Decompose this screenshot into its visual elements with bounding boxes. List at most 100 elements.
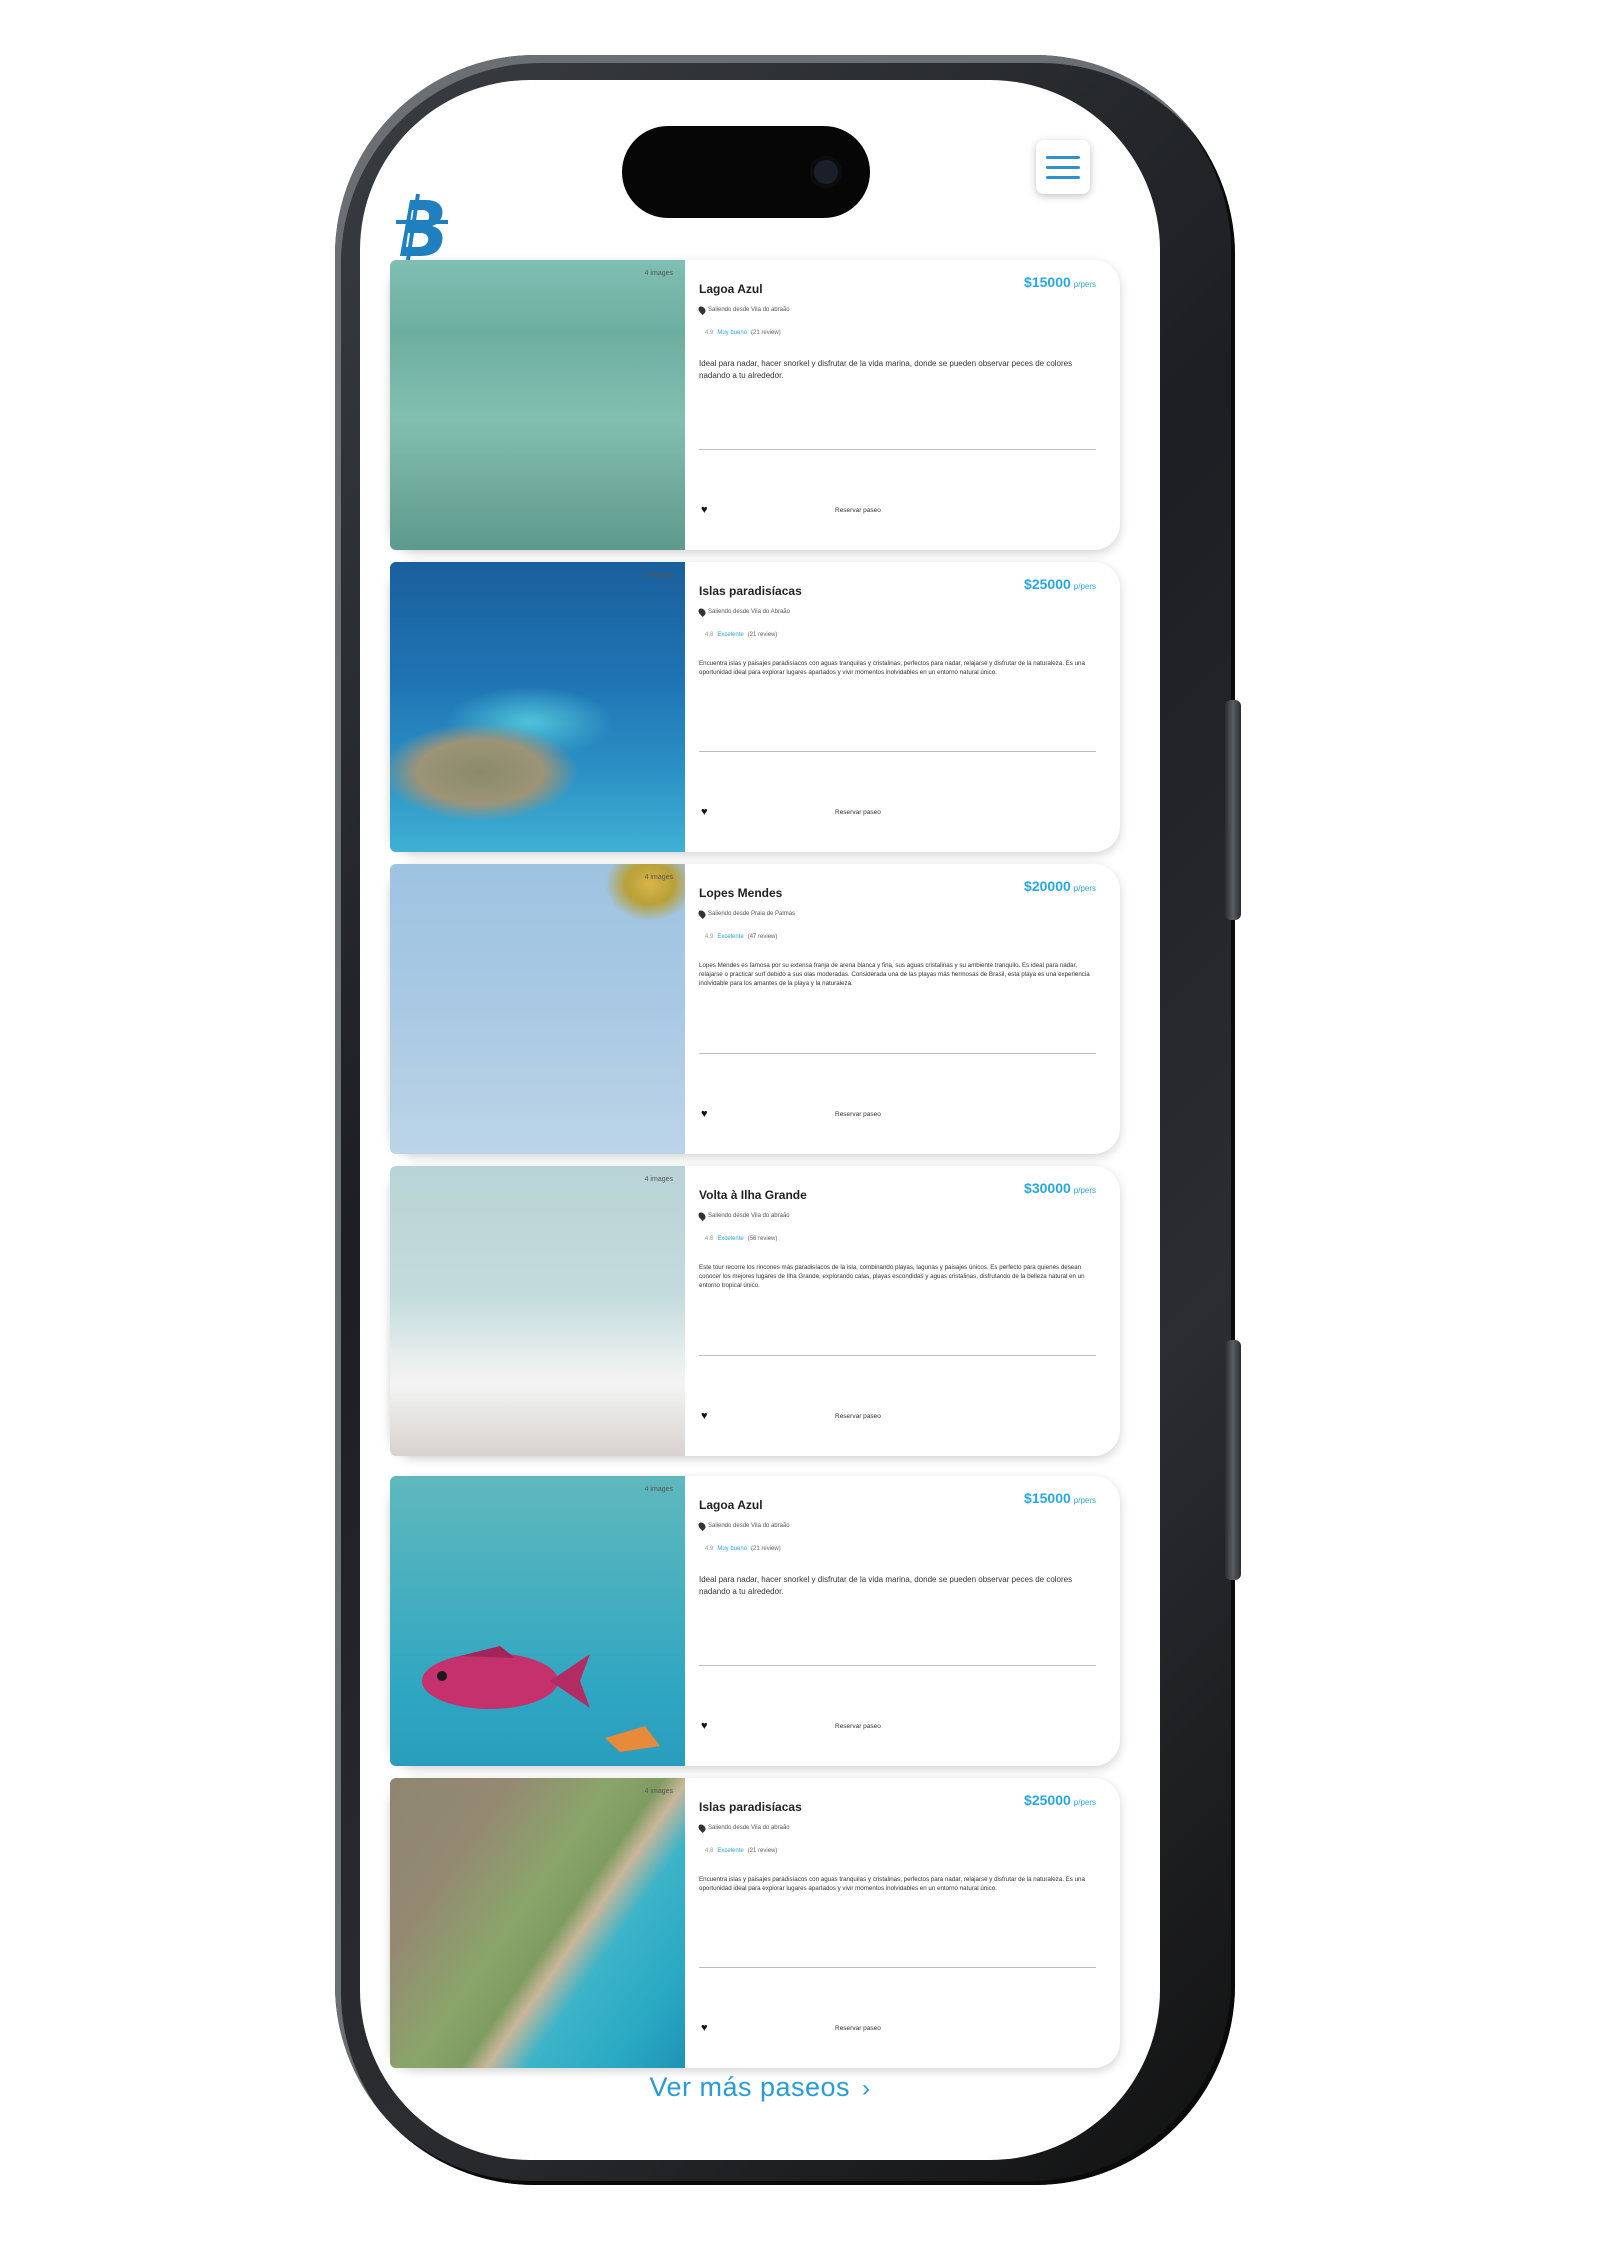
rating-score: 4.9 [705,1546,714,1552]
tour-card-body: Lagoa Azul $15000 p/pers Saliendo desde V… [685,260,1120,550]
location-text: Saliendo desde Vila do Abraão [708,609,790,615]
rating-score: 4.8 [705,1848,714,1854]
tour-description: Encuentra islas y paisajes paradisíacos … [699,660,1085,676]
side-button-top [1225,700,1241,920]
heart-icon[interactable]: ♥ [701,504,725,516]
camera-icon [810,156,842,188]
divider [699,1967,1096,1968]
brand-b-logo-icon[interactable] [392,192,452,262]
image-count-tag: 4 images [644,572,673,579]
rating-reviews: (21 review) [751,330,781,336]
hamburger-menu-icon[interactable] [1036,140,1090,194]
tour-card[interactable]: 4 images Lagoa Azul $15000 p/pers Saliend… [390,260,1120,550]
rating-label: Excelente [717,1236,744,1242]
tour-rating: 4.8 Excelente (56 review) [705,1236,1100,1242]
tour-price: $30000 p/pers [1024,1180,1096,1196]
tour-card-body: Volta à Ilha Grande $30000 p/pers Saliend… [685,1166,1120,1456]
image-count-tag: 4 images [644,1788,673,1795]
price-unit: p/pers [1073,884,1096,893]
tour-location: Saliendo desde Vila do abraão [697,305,1100,315]
tour-card-footer: ♥ Reservar paseo [701,806,1100,818]
price-value: $15000 [1024,274,1071,290]
image-count-tag: 4 images [644,874,673,881]
rating-label: Excelente [717,934,744,940]
tour-card-footer: ♥ Reservar paseo [701,1720,1100,1732]
reserve-button[interactable]: Reservar paseo [835,1111,881,1118]
divider [699,1053,1096,1054]
location-text: Saliendo desde Vila do abraão [708,1213,790,1219]
heart-icon[interactable]: ♥ [701,1108,725,1120]
side-button-bottom [1225,1340,1241,1580]
tour-rating: 4.9 Muy bueno (21 review) [705,330,1100,336]
price-unit: p/pers [1073,582,1096,591]
tour-card-body: Lopes Mendes $20000 p/pers Saliendo desde… [685,864,1120,1154]
tour-price: $15000 p/pers [1024,1490,1096,1506]
divider [699,1665,1096,1666]
see-more-label: Ver más paseos [649,2072,851,2102]
tour-description: Ideal para nadar, hacer snorkel y disfru… [699,1575,1073,1596]
rating-label: Excelente [717,632,744,638]
tour-image-fish[interactable]: 4 images [390,1476,685,1766]
location-pin-icon [697,909,707,919]
tour-card-footer: ♥ Reservar paseo [701,2022,1100,2034]
location-pin-icon [697,1521,707,1531]
tour-image-lagoon[interactable]: 4 images [390,260,685,550]
tour-price: $25000 p/pers [1024,576,1096,592]
tour-card[interactable]: 4 images Islas paradisíacas $25000 p/pers… [390,1778,1120,2068]
tour-image-beach-sky[interactable]: 4 images [390,864,685,1154]
heart-icon[interactable]: ♥ [701,1410,725,1422]
chevron-right-icon: › [862,2075,871,2102]
tour-location: Saliendo desde Vila do abraão [697,1521,1100,1531]
tour-card[interactable]: 4 images Lopes Mendes $20000 p/pers Salie… [390,864,1120,1154]
tour-card-body: Islas paradisíacas $25000 p/pers Saliendo… [685,1778,1120,2068]
tour-rating: 4.9 Excelente (47 review) [705,934,1100,940]
divider [699,751,1096,752]
tour-rating: 4.8 Excelente (21 review) [705,1848,1100,1854]
tour-description: Encuentra islas y paisajes paradisíacos … [699,1876,1085,1892]
phone-screen: 4 images Lagoa Azul $15000 p/pers Saliend… [360,80,1160,2160]
rating-reviews: (47 review) [747,934,778,940]
tour-image-islands[interactable]: 4 images [390,562,685,852]
rating-score: 4.8 [705,1236,714,1242]
dynamic-island [622,126,870,218]
heart-icon[interactable]: ♥ [701,1720,725,1732]
rating-label: Muy bueno [717,330,748,336]
reserve-button[interactable]: Reservar paseo [835,809,881,816]
tour-image-coast[interactable]: 4 images [390,1778,685,2068]
heart-icon[interactable]: ♥ [701,2022,725,2034]
rating-reviews: (21 review) [747,632,778,638]
tour-location: Saliendo desde Praia de Palmas [697,909,1100,919]
tour-image-waves[interactable]: 4 images [390,1166,685,1456]
reserve-button[interactable]: Reservar paseo [835,1723,881,1730]
location-text: Saliendo desde Vila do abraão [708,307,790,313]
fish-illustration [422,1646,660,1752]
tour-price: $20000 p/pers [1024,878,1096,894]
rating-score: 4.8 [705,632,714,638]
tour-card[interactable]: 4 images Volta à Ilha Grande $30000 p/per… [390,1166,1120,1456]
tour-price: $25000 p/pers [1024,1792,1096,1808]
price-unit: p/pers [1073,280,1096,289]
rating-score: 4.9 [705,330,714,336]
tour-card[interactable]: 4 images Islas paradisíacas $25000 p/pers… [390,562,1120,852]
heart-icon[interactable]: ♥ [701,806,725,818]
reserve-button[interactable]: Reservar paseo [835,1413,881,1420]
image-count-tag: 4 images [644,1176,673,1183]
see-more-tours-link[interactable]: Ver más paseos › [360,2072,1160,2103]
rating-score: 4.9 [705,934,714,940]
tour-card-footer: ♥ Reservar paseo [701,1410,1100,1422]
rating-label: Excelente [717,1848,744,1854]
price-value: $25000 [1024,576,1071,592]
reserve-button[interactable]: Reservar paseo [835,2025,881,2032]
location-pin-icon [697,1211,707,1221]
tour-description: Este tour recorre los rincones más parad… [699,1264,1085,1289]
tour-card-footer: ♥ Reservar paseo [701,1108,1100,1120]
price-unit: p/pers [1073,1798,1096,1807]
price-unit: p/pers [1073,1496,1096,1505]
price-value: $30000 [1024,1180,1071,1196]
tour-description: Lopes Mendes es famosa por su extensa fr… [699,962,1090,987]
price-value: $20000 [1024,878,1071,894]
tour-card[interactable]: 4 images Lagoa Azul $15000 p/pers Saliend… [390,1476,1120,1766]
reserve-button[interactable]: Reservar paseo [835,507,881,514]
rating-reviews: (21 review) [747,1848,778,1854]
location-text: Saliendo desde Praia de Palmas [708,911,796,917]
